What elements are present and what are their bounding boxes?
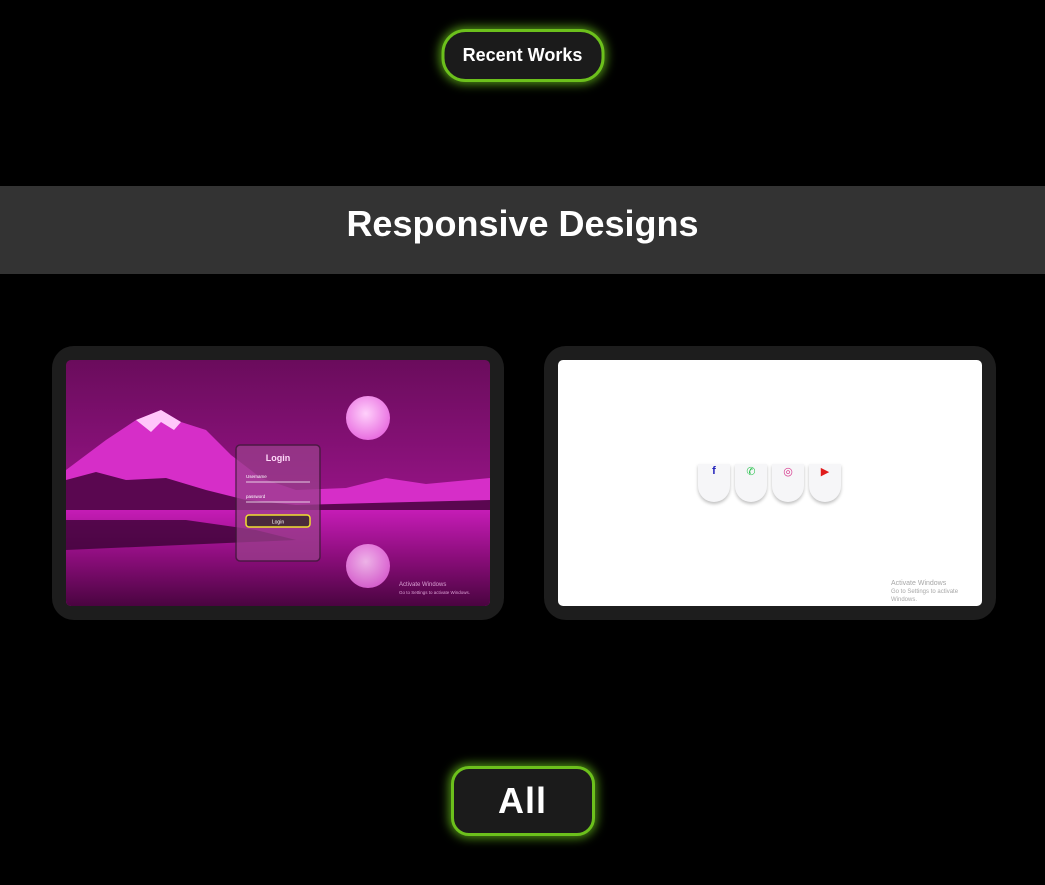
watermark-line2: Go to Settings to activate Windows. [891,589,959,603]
login-page-preview: Login Username password Login Activate W… [66,360,490,606]
project-card-social[interactable]: f ✆ ◎ ▶ Activate Windows Go to Settings … [544,346,996,620]
recent-works-button[interactable]: Recent Works [441,29,604,82]
section-banner: Responsive Designs [0,186,1045,274]
username-label: Username [246,474,267,479]
project-card-login[interactable]: Login Username password Login Activate W… [52,346,504,620]
watermark-line1: Activate Windows [399,582,446,588]
youtube-icon: ▶ [809,464,841,502]
instagram-icon: ◎ [772,464,804,502]
watermark-line2: Go to Settings to activate Windows. [399,590,470,595]
social-buttons-row: f ✆ ◎ ▶ [698,464,841,502]
project-thumbnail-login[interactable]: Login Username password Login Activate W… [66,360,490,606]
filter-all-button[interactable]: All [450,766,595,836]
section-title: Responsive Designs [346,203,699,244]
whatsapp-icon: ✆ [735,464,767,502]
login-title: Login [266,453,291,463]
watermark-line1: Activate Windows [891,580,947,587]
page: Recent Works Responsive Designs Login Us… [0,0,1045,885]
watermark: Activate Windows Go to Settings to activ… [891,580,982,604]
facebook-icon: f [698,464,730,502]
project-thumbnail-social[interactable]: f ✆ ◎ ▶ Activate Windows Go to Settings … [558,360,982,606]
password-label: password [246,494,266,499]
login-button-label: Login [272,520,284,526]
